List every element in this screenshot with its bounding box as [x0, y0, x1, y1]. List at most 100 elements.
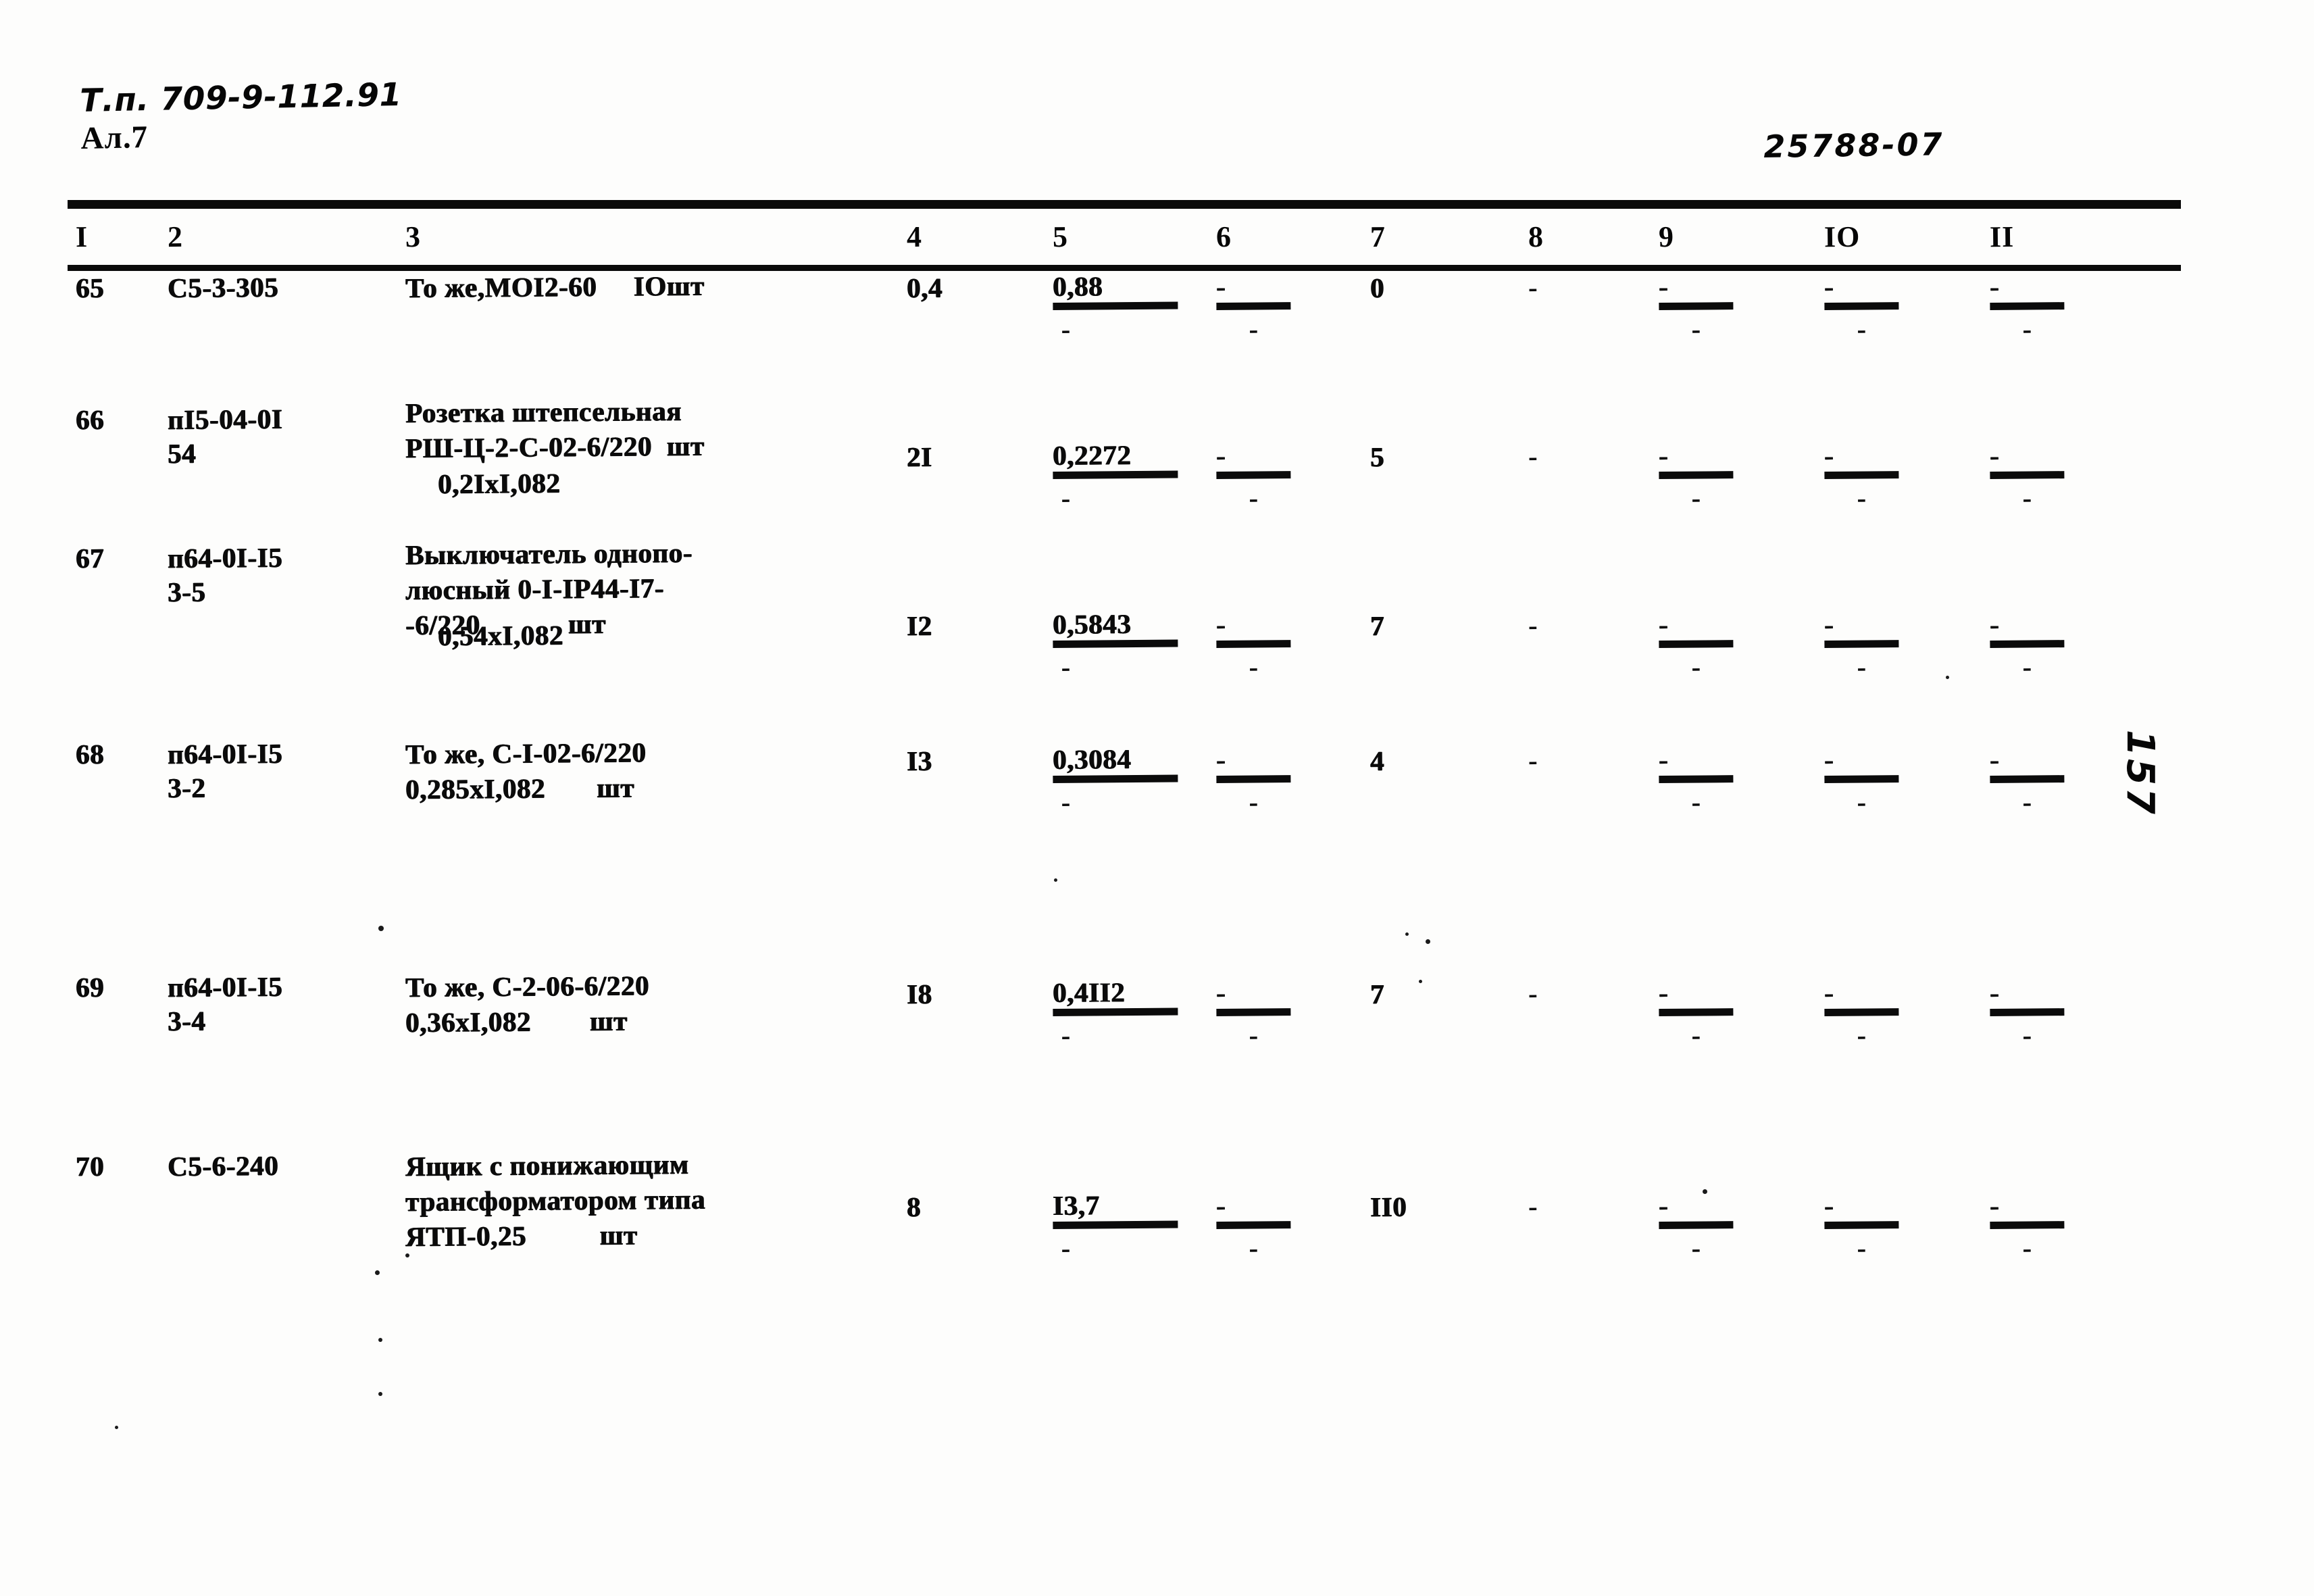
cell-col6-fraction: -- — [1216, 976, 1372, 1051]
cell-col11-fraction: -- — [1990, 607, 2146, 682]
cell-col9-fraction: -- — [1659, 1189, 1815, 1264]
cell-col11-fraction-rule — [1990, 471, 2065, 479]
cell-col10-fraction-numerator: - — [1824, 976, 1834, 1008]
cell-col11-fraction: -- — [1990, 976, 2146, 1051]
cell-col11-fraction-numerator: - — [1990, 608, 2000, 640]
row-description-line2: 0,36xI,082 шт — [405, 1005, 628, 1038]
cell-col9-fraction-rule — [1659, 775, 1734, 783]
cell-col9-fraction-denominator: - — [1691, 1019, 1701, 1051]
cell-col9-fraction-numerator: - — [1659, 608, 1669, 640]
row-code-line2: 3-4 — [168, 1005, 206, 1037]
cell-col10-fraction: -- — [1824, 607, 1980, 682]
cell-col11-fraction-denominator: - — [2022, 1019, 2032, 1051]
cell-col11-fraction-rule — [1990, 1221, 2065, 1229]
cell-col9-fraction-rule — [1659, 302, 1734, 310]
cell-col9-fraction-rule — [1659, 1008, 1734, 1016]
cell-col9-fraction-rule — [1659, 640, 1734, 648]
column-header-11: II — [1989, 220, 2015, 254]
cell-col10-fraction-numerator: - — [1824, 743, 1834, 775]
column-header-8: 8 — [1528, 220, 1544, 254]
cell-col11-fraction-numerator: - — [1990, 439, 2000, 471]
cell-col6-fraction-denominator: - — [1249, 1232, 1259, 1264]
scan-speckle — [1946, 676, 1949, 679]
row-description-line1: То же, С-I-02-6/220 — [405, 737, 647, 770]
row-description-line1: Ящик с понижающим — [405, 1148, 689, 1182]
column-header-7: 7 — [1369, 220, 1386, 254]
cell-col9-fraction: -- — [1659, 607, 1815, 682]
cell-col10-fraction-denominator: - — [1857, 1232, 1867, 1264]
row-description-line2: люсный 0-I-IР44-I7- — [405, 572, 665, 605]
row-description-line2: РШ-Ц-2-С-02-6/220 шт — [405, 430, 705, 464]
cell-col5-fraction-denominator: - — [1061, 313, 1072, 345]
cell-col9-fraction-numerator: - — [1659, 743, 1669, 775]
cell-col10-fraction-denominator: - — [1857, 651, 1867, 682]
scan-speckle — [1426, 939, 1430, 944]
cell-col9-fraction-rule — [1659, 471, 1734, 479]
cell-col6-fraction-rule — [1216, 1221, 1291, 1229]
row-description-line1: То же,МОI2-60 IOшт — [405, 270, 705, 303]
row-description-line1: Розетка штепсельная — [405, 395, 682, 428]
document-code: Т.п. 709-9-112.91 — [79, 76, 403, 120]
cell-col11-fraction: -- — [1990, 439, 2146, 514]
cell-col9-fraction-denominator: - — [1691, 313, 1701, 345]
cell-col10-fraction: -- — [1824, 439, 1980, 514]
cell-col11-fraction-numerator: - — [1990, 1189, 2000, 1221]
cell-col6-fraction-rule — [1216, 640, 1291, 648]
scan-speckle — [375, 1270, 380, 1275]
cell-col10-fraction-rule — [1824, 471, 1899, 479]
cell-col6-fraction-denominator: - — [1249, 313, 1259, 345]
row-index: 67 — [76, 542, 105, 574]
cell-col11-fraction-numerator: - — [1990, 976, 2000, 1008]
cell-col10-fraction-numerator: - — [1824, 439, 1834, 471]
cell-col10-fraction-rule — [1824, 1008, 1899, 1016]
cell-col10-fraction-rule — [1824, 640, 1899, 648]
cell-col11-fraction-rule — [1990, 302, 2065, 310]
row-index: 69 — [76, 971, 105, 1003]
cell-col10-fraction-rule — [1824, 775, 1899, 783]
cell-col5-fraction-denominator: - — [1061, 1019, 1072, 1051]
cell-col6-fraction-rule — [1216, 775, 1291, 783]
cell-col5-fraction-denominator: - — [1061, 482, 1072, 514]
cell-col6-fraction-denominator: - — [1249, 1019, 1259, 1051]
cell-col5-fraction-denominator: - — [1061, 651, 1072, 682]
cell-col5-fraction: 0,88 - — [1053, 270, 1209, 345]
column-header-5: 5 — [1052, 220, 1069, 254]
cell-col10-fraction: -- — [1824, 1189, 1980, 1264]
scan-speckle — [1419, 980, 1422, 983]
cell-col11-fraction: -- — [1990, 270, 2146, 345]
cell-col9-fraction-numerator: - — [1659, 270, 1669, 302]
cell-col5-fraction: 0,2272 - — [1053, 439, 1209, 514]
cell-col11-fraction-rule — [1990, 1008, 2065, 1016]
cell-col8-value: - — [1528, 609, 1538, 641]
scan-speckle — [378, 1392, 382, 1396]
column-header-3: 3 — [405, 220, 422, 254]
column-header-6: 6 — [1215, 220, 1232, 254]
cell-col4-quantity: 0,4 — [907, 272, 943, 303]
cell-col11-fraction-denominator: - — [2022, 651, 2032, 682]
cell-col5-fraction-numerator: 0,2272 — [1053, 439, 1132, 471]
cell-col9-fraction-numerator: - — [1659, 439, 1669, 471]
cell-col10-fraction-denominator: - — [1857, 482, 1867, 514]
cell-col6-fraction: -- — [1216, 1189, 1372, 1264]
cell-col10-fraction-numerator: - — [1824, 608, 1834, 640]
cell-col6-fraction-rule — [1216, 302, 1291, 310]
cell-col10-fraction: -- — [1824, 270, 1980, 345]
scan-speckle — [405, 1253, 409, 1257]
row-index: 68 — [76, 738, 105, 770]
cell-col6-fraction-numerator: - — [1216, 439, 1226, 471]
cell-col7-value: 7 — [1370, 609, 1385, 641]
page-number: 157 — [2118, 730, 2162, 817]
cell-col10-fraction-numerator: - — [1824, 1189, 1834, 1221]
cell-col5-fraction: 0,3084 - — [1053, 743, 1209, 818]
cell-col8-value: - — [1528, 1190, 1538, 1222]
cell-col11-fraction-denominator: - — [2022, 786, 2032, 818]
row-description-line2: трансформатором типа — [405, 1183, 706, 1217]
cell-col10-fraction-denominator: - — [1857, 1019, 1867, 1051]
cell-col11-fraction: -- — [1990, 1189, 2146, 1264]
cell-col8-value: - — [1528, 271, 1538, 303]
table-top-rule — [68, 200, 2181, 209]
cell-col4-quantity: 8 — [907, 1191, 922, 1222]
cell-col6-fraction-denominator: - — [1249, 482, 1259, 514]
column-header-2: 2 — [167, 220, 184, 254]
cell-col10-fraction-denominator: - — [1857, 313, 1867, 345]
